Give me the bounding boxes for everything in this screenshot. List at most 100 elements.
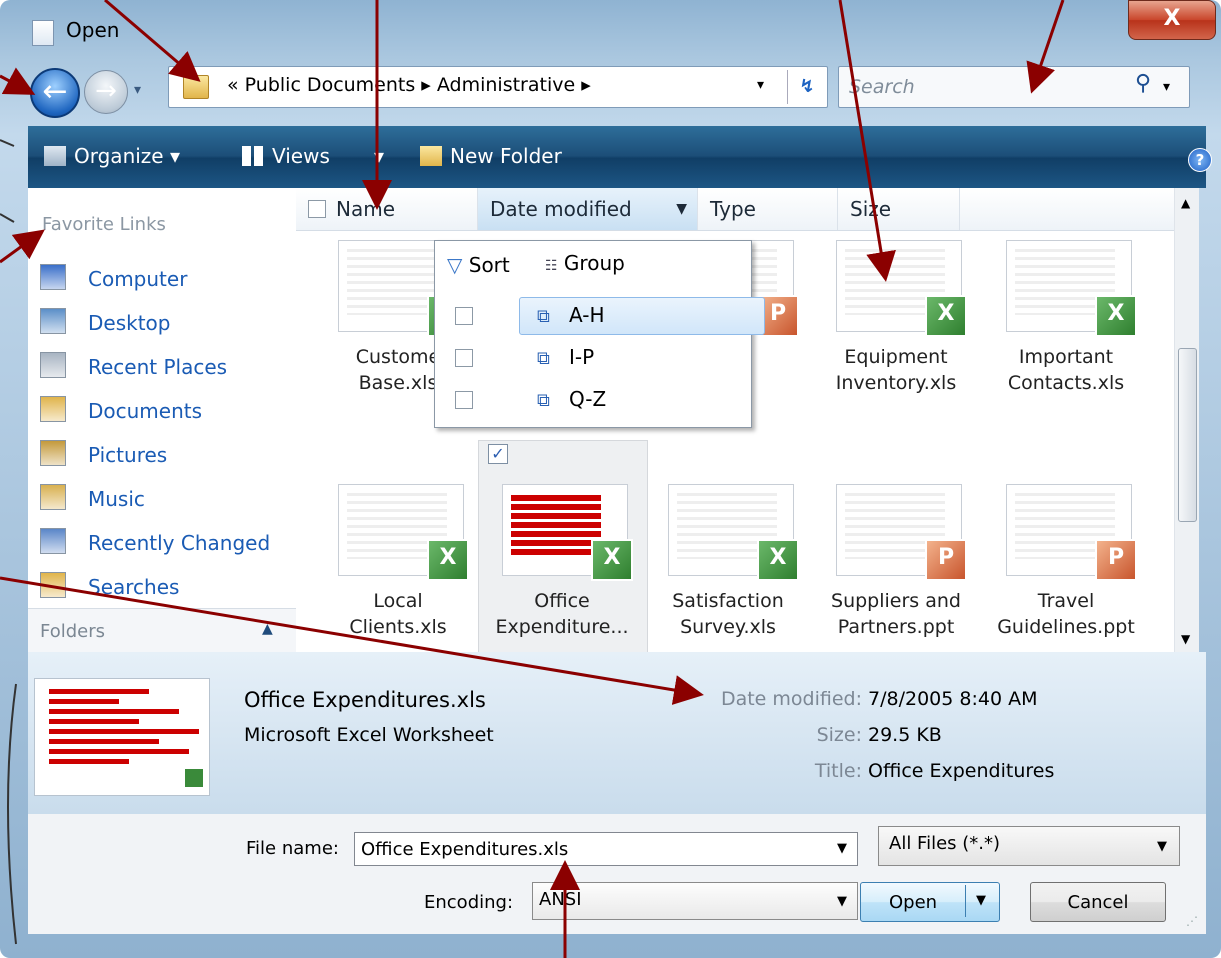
file-name-value[interactable]: Office Expenditures.xls (361, 839, 568, 860)
column-type-label: Type (710, 197, 756, 221)
file-thumbnail: X (338, 484, 469, 581)
open-options-dropdown-icon[interactable]: ▼ (965, 885, 996, 917)
sidebar-item-pictures[interactable]: Pictures (40, 440, 167, 467)
column-name[interactable]: Name (296, 188, 478, 230)
file-item[interactable]: X Office Expenditure... (480, 484, 644, 654)
sidebar-item-label: Music (88, 487, 145, 511)
file-type-dropdown-icon[interactable]: ▼ (1157, 839, 1167, 854)
organize-label: Organize ▾ (74, 144, 180, 168)
search-input[interactable]: Search (849, 76, 915, 98)
file-type-select[interactable]: All Files (*.*) ▼ (878, 826, 1180, 866)
views-dropdown-icon[interactable]: ▾ (374, 144, 384, 168)
excel-file-icon: X (1095, 295, 1137, 337)
sidebar-item-recent-places[interactable]: Recent Places (40, 352, 227, 379)
folders-expand-icon[interactable]: ▲ (262, 621, 273, 637)
navigation-pane: Favorite Links Computer Desktop Recent Pla… (28, 188, 297, 653)
file-item[interactable]: X Local Clients.xls (316, 484, 480, 654)
range-checkbox[interactable] (455, 349, 473, 367)
search-icon[interactable]: ⚲ (1135, 71, 1151, 96)
sort-label: Sort (468, 253, 510, 277)
encoding-dropdown-icon[interactable]: ▼ (837, 894, 847, 909)
forward-button[interactable]: → (84, 70, 128, 114)
file-name: Equipment Inventory.xls (835, 346, 957, 394)
excel-file-icon: X (925, 295, 967, 337)
sort-option[interactable]: ▽ Sort (447, 253, 510, 277)
file-name-field[interactable]: Office Expenditures.xls ▼ (354, 832, 858, 866)
file-item[interactable]: P Travel Guidelines.ppt (984, 484, 1148, 654)
file-name-dropdown-icon[interactable]: ▼ (837, 841, 847, 856)
file-item[interactable]: X Important Contacts.xls (984, 240, 1148, 410)
back-arrow-icon: ← (42, 74, 68, 109)
file-name: Important Contacts.xls (1007, 346, 1125, 394)
address-dropdown-icon[interactable]: ▾ (757, 77, 764, 93)
group-range-q-z[interactable]: ⧉ Q-Z (455, 381, 745, 419)
range-checkbox[interactable] (455, 307, 473, 325)
range-checkbox[interactable] (455, 391, 473, 409)
sidebar-item-documents[interactable]: Documents (40, 396, 202, 423)
views-button[interactable]: Views (242, 144, 330, 168)
searches-folder-icon (40, 572, 66, 598)
organize-icon (44, 146, 66, 166)
powerpoint-file-icon: P (925, 539, 967, 581)
group-range-a-h[interactable]: ⧉ A-H (455, 297, 765, 335)
cancel-label: Cancel (1067, 892, 1129, 913)
detail-thumbnail (34, 678, 210, 796)
column-size-label: Size (850, 197, 892, 221)
date-modified-label: Date modified: (720, 688, 862, 710)
excel-file-icon: X (591, 539, 633, 581)
scroll-up-icon[interactable]: ▲ (1181, 196, 1190, 210)
sort-icon: ▽ (447, 253, 463, 277)
vertical-scrollbar[interactable]: ▲ ▼ (1174, 188, 1199, 652)
group-option[interactable]: ☷ Group (545, 251, 625, 275)
sidebar-item-computer[interactable]: Computer (40, 264, 187, 291)
sidebar-item-label: Desktop (88, 311, 171, 335)
file-item[interactable]: P Suppliers and Partners.ppt (814, 484, 978, 654)
new-folder-button[interactable]: New Folder (420, 144, 562, 168)
sidebar-item-label: Recent Places (88, 355, 228, 379)
sidebar-item-searches[interactable]: Searches (40, 572, 179, 599)
column-size[interactable]: Size (838, 188, 960, 230)
close-button[interactable]: X (1128, 0, 1216, 40)
file-name: Satisfaction Survey.xls (672, 590, 784, 638)
encoding-label: Encoding: (424, 892, 514, 913)
help-icon[interactable]: ? (1188, 148, 1212, 172)
encoding-select[interactable]: ANSI ▼ (532, 882, 858, 920)
sidebar-item-desktop[interactable]: Desktop (40, 308, 170, 335)
group-range-i-p[interactable]: ⧉ I-P (455, 339, 745, 377)
select-all-checkbox[interactable] (308, 200, 326, 218)
range-hover-highlight (519, 297, 765, 335)
range-label: A-H (569, 303, 605, 327)
recent-pages-dropdown-icon[interactable]: ▾ (134, 82, 141, 98)
resize-grip-icon[interactable]: ⋰ (1186, 914, 1198, 928)
refresh-icon[interactable]: ↯ (787, 70, 826, 104)
cancel-button[interactable]: Cancel (1030, 882, 1166, 922)
open-button[interactable]: Open ▼ (860, 882, 1000, 922)
sidebar-item-music[interactable]: Music (40, 484, 145, 511)
new-folder-icon (420, 146, 442, 166)
selected-file-checkbox[interactable]: ✓ (488, 444, 508, 464)
column-date-modified[interactable]: Date modified ▼ (478, 188, 698, 230)
bottom-controls: File name: Office Expenditures.xls ▼ All… (28, 814, 1206, 934)
organize-button[interactable]: Organize ▾ (44, 144, 180, 168)
search-dropdown-icon[interactable]: ▾ (1163, 79, 1170, 95)
back-button[interactable]: ← (30, 68, 80, 118)
folders-bar[interactable]: Folders ▲ (28, 608, 296, 653)
group-icon: ☷ (545, 258, 558, 274)
search-box[interactable]: Search ⚲ ▾ (838, 66, 1190, 108)
file-name: Office Expenditure... (495, 590, 629, 638)
file-item[interactable]: X Satisfaction Survey.xls (646, 484, 810, 654)
range-label: I-P (569, 345, 595, 369)
sidebar-item-label: Searches (88, 575, 180, 599)
stack-icon: ⧉ (537, 348, 550, 369)
column-type[interactable]: Type (698, 188, 838, 230)
column-date-label: Date modified (490, 197, 632, 221)
address-path[interactable]: « Public Documents ▸ Administrative ▸ (227, 74, 591, 96)
title-label: Title: (814, 760, 862, 782)
file-item[interactable]: X Equipment Inventory.xls (814, 240, 978, 410)
column-filter-dropdown-icon[interactable]: ▼ (676, 188, 687, 230)
command-toolbar: Organize ▾ Views ▾ New Folder ? (28, 126, 1212, 188)
sidebar-item-recently-changed[interactable]: Recently Changed (40, 528, 270, 555)
scroll-down-icon[interactable]: ▼ (1181, 632, 1190, 646)
address-bar[interactable]: « Public Documents ▸ Administrative ▸ ▾ … (168, 66, 828, 108)
scroll-thumb[interactable] (1178, 348, 1197, 522)
